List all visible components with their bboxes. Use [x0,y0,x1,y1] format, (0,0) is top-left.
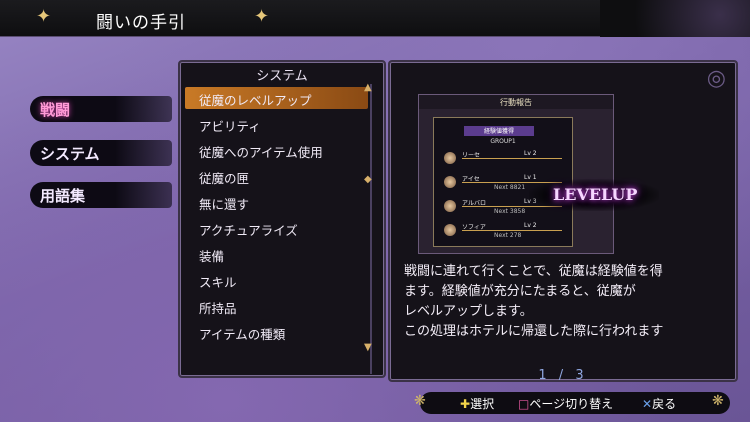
header-ornament [600,0,750,37]
preview-image: 行動報告 経験値獲得 GROUP1 リーセ Lv 2 アイセ Lv 1 Next… [418,94,659,254]
list-item-label: 装備 [199,249,225,264]
card-head: 経験値獲得 [464,126,534,136]
page-switch-label: ページ切り替え [529,397,614,411]
list-item[interactable]: スキル [185,269,368,291]
category-label: システム [40,145,100,163]
unit-row: リーセ Lv 2 [444,148,564,172]
list-item-label: アクチュアライズ [199,223,298,238]
list-item[interactable]: アイテムの種類 [185,321,368,343]
ornament-flourish-icon: ❋ [414,393,426,409]
list-item-label: 所持品 [199,301,237,316]
list-item-label: 無に還す [199,197,250,212]
back-hint[interactable]: ✕戻る [642,395,676,412]
description-line: レベルアップします。 [404,304,533,319]
levelup-text: LEVELUP [553,185,638,204]
back-label: 戻る [652,397,677,411]
page-indicator: 1 / 3 [538,368,588,383]
control-hints: ❋ ✚選択 □ページ切り替え ✕戻る ❋ [414,392,730,414]
emblem-icon: ◎ [706,66,726,91]
description-text: 戦闘に連れて行くことで、従魔は経験値を得 ます。経験値が充分にたまると、従魔が … [404,262,724,342]
list-item[interactable]: 無に還す [185,191,368,213]
select-label: 選択 [470,397,495,411]
category-battle[interactable]: 戦闘 [30,96,172,122]
preview-bar-label: 行動報告 [500,98,532,107]
scroll-down-icon[interactable]: ▼ [364,342,372,353]
description-line: この処理はホテルに帰還した際に行われます [404,324,664,339]
list-item[interactable]: 従魔へのアイテム使用 [185,139,368,161]
dpad-icon: ✚ [460,397,471,411]
unit-row: ソフィア Lv 2 Next 278 [444,220,564,244]
exp-bar [462,158,562,159]
list-item[interactable]: 装備 [185,243,368,265]
select-hint[interactable]: ✚選択 [460,395,494,412]
card-group: GROUP1 [490,138,516,145]
list-item-label: アビリティ [199,119,261,134]
scroll-up-icon[interactable]: ▲ [364,82,372,93]
list-item[interactable]: アクチュアライズ [185,217,368,239]
top-bar: ✦ 闘いの手引 ✦ [0,0,750,37]
avatar [444,224,456,236]
category-label: 戦闘 [40,101,71,119]
ornament-flourish-icon: ❋ [712,393,724,409]
preview-bar: 行動報告 [419,95,613,109]
cross-button-icon: ✕ [642,397,653,411]
category-label: 用語集 [40,187,86,205]
unit-next: Next 8821 [494,184,526,191]
description-line: 戦闘に連れて行くことで、従魔は経験値を得 [404,264,663,279]
avatar [444,200,456,212]
page-switch-hint[interactable]: □ページ切り替え [518,395,613,412]
list-item[interactable]: アビリティ [185,113,368,135]
list-item-label: アイテムの種類 [199,327,286,342]
page-title: 闘いの手引 [96,13,186,33]
exp-bar [462,230,562,231]
unit-next: Next 278 [494,232,522,239]
list-item[interactable]: 所持品 [185,295,368,317]
square-button-icon: □ [518,397,530,411]
list-item-label: 従魔へのアイテム使用 [199,145,323,160]
scrollbar-track[interactable] [370,84,372,374]
list-header: システム [256,69,308,84]
scroll-thumb-icon[interactable]: ◆ [364,174,372,185]
unit-level: Lv 2 [524,222,537,229]
avatar [444,152,456,164]
list-item[interactable]: 従魔のレベルアップ [185,87,368,109]
unit-next: Next 3858 [494,208,526,215]
category-system[interactable]: システム [30,140,172,166]
ornament-star-icon: ✦ [254,6,270,27]
list-item-label: 従魔の匣 [199,171,250,186]
list-item-label: スキル [199,275,237,290]
list-item-label: 従魔のレベルアップ [199,93,312,108]
category-glossary[interactable]: 用語集 [30,182,172,208]
avatar [444,176,456,188]
list-item[interactable]: 従魔の匣 [185,165,368,187]
description-line: ます。経験値が充分にたまると、従魔が [404,284,636,299]
ornament-star-icon: ✦ [36,6,52,27]
topic-list-panel: システム 従魔のレベルアップ アビリティ 従魔へのアイテム使用 従魔の匣 無に還… [178,60,386,378]
unit-level: Lv 2 [524,150,537,157]
detail-panel: ◎ 行動報告 経験値獲得 GROUP1 リーセ Lv 2 アイセ Lv 1 Ne… [388,60,738,383]
